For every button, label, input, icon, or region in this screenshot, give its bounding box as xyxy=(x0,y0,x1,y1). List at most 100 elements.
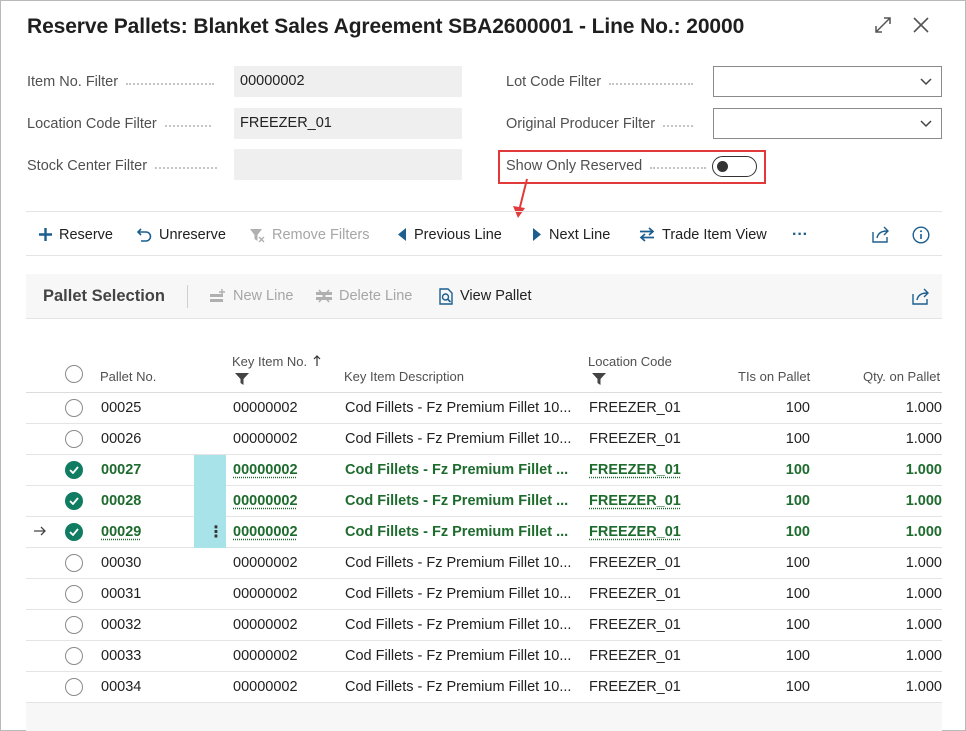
cell-key-item-no[interactable]: 00000002 xyxy=(233,493,298,509)
row-select-radio[interactable] xyxy=(65,585,83,603)
trade-item-view-button[interactable]: Trade Item View xyxy=(639,212,767,257)
chevron-down-icon xyxy=(919,75,933,89)
cell-key-item-no[interactable]: 00000002 xyxy=(233,524,298,540)
triangle-left-icon xyxy=(397,228,407,241)
part-title: Pallet Selection xyxy=(43,287,165,306)
cell-key-item-no[interactable]: 00000002 xyxy=(233,617,298,633)
col-pallet-no[interactable]: Pallet No. xyxy=(100,369,156,384)
cell-location-code[interactable]: FREEZER_01 xyxy=(589,524,681,540)
more-actions-button[interactable]: ··· xyxy=(792,212,808,257)
table-row[interactable]: 00031 00000002 Cod Fillets - Fz Premium Fi… xyxy=(26,579,942,610)
cell-location-code[interactable]: FREEZER_01 xyxy=(589,400,681,416)
cell-pallet-no[interactable]: 00032 xyxy=(101,617,141,633)
row-select-radio[interactable] xyxy=(65,492,83,510)
active-cell-marker xyxy=(194,455,226,486)
cell-location-code[interactable]: FREEZER_01 xyxy=(589,648,681,664)
cell-tis-on-pallet: 100 xyxy=(726,648,810,664)
row-select-radio[interactable] xyxy=(65,647,83,665)
cell-pallet-no[interactable]: 00026 xyxy=(101,431,141,447)
expand-icon xyxy=(874,16,892,34)
row-select-radio[interactable] xyxy=(65,523,83,541)
table-row[interactable]: 00025 00000002 Cod Fillets - Fz Premium Fi… xyxy=(26,393,942,424)
table-row[interactable]: 00030 00000002 Cod Fillets - Fz Premium Fi… xyxy=(26,548,942,579)
row-select-radio[interactable] xyxy=(65,399,83,417)
view-pallet-button[interactable]: View Pallet xyxy=(438,274,531,318)
table-row[interactable]: 00034 00000002 Cod Fillets - Fz Premium Fi… xyxy=(26,672,942,703)
cell-pallet-no[interactable]: 00033 xyxy=(101,648,141,664)
stock-center-filter-input[interactable] xyxy=(234,149,462,180)
dialog-title: Reserve Pallets: Blanket Sales Agreement… xyxy=(27,15,744,39)
row-select-radio[interactable] xyxy=(65,554,83,572)
col-location-code[interactable]: Location Code xyxy=(588,354,672,369)
share-button[interactable] xyxy=(872,212,891,257)
row-select-radio[interactable] xyxy=(65,461,83,479)
next-line-button[interactable]: Next Line xyxy=(532,212,610,257)
col-qty-on-pallet[interactable]: Qty. on Pallet xyxy=(863,369,940,384)
row-select-radio[interactable] xyxy=(65,616,83,634)
cell-pallet-no[interactable]: 00025 xyxy=(101,400,141,416)
new-line-button[interactable]: New Line xyxy=(209,274,293,318)
info-button[interactable] xyxy=(912,212,930,257)
table-row[interactable]: 00027 00000002 Cod Fillets - Fz Premium Fi… xyxy=(26,455,942,486)
item-no-filter-input[interactable]: 00000002 xyxy=(234,66,462,97)
item-no-filter-text: Item No. Filter xyxy=(27,74,118,90)
previous-line-button[interactable]: Previous Line xyxy=(397,212,502,257)
cell-key-item-no[interactable]: 00000002 xyxy=(233,586,298,602)
row-select-radio[interactable] xyxy=(65,678,83,696)
cell-location-code[interactable]: FREEZER_01 xyxy=(589,679,681,695)
table-row[interactable]: 00028 00000002 Cod Fillets - Fz Premium Fi… xyxy=(26,486,942,517)
cell-pallet-no[interactable]: 00030 xyxy=(101,555,141,571)
cell-location-code[interactable]: FREEZER_01 xyxy=(589,555,681,571)
cell-key-item-no[interactable]: 00000002 xyxy=(233,400,298,416)
part-share-button[interactable] xyxy=(912,274,931,318)
lot-code-filter-select[interactable] xyxy=(713,66,942,97)
cell-qty-on-pallet: 1.000 xyxy=(856,617,942,633)
table-row[interactable]: 00033 00000002 Cod Fillets - Fz Premium Fi… xyxy=(26,641,942,672)
row-select-radio[interactable] xyxy=(65,430,83,448)
undo-icon xyxy=(137,228,152,242)
cell-pallet-no[interactable]: 00031 xyxy=(101,586,141,602)
close-button[interactable] xyxy=(907,11,935,39)
cell-location-code[interactable]: FREEZER_01 xyxy=(589,493,681,509)
table-row[interactable]: 00026 00000002 Cod Fillets - Fz Premium Fi… xyxy=(26,424,942,455)
remove-filters-button[interactable]: Remove Filters xyxy=(249,212,370,257)
expand-button[interactable] xyxy=(869,11,897,39)
cell-pallet-no[interactable]: 00029 xyxy=(101,524,141,540)
col-key-item-description[interactable]: Key Item Description xyxy=(344,369,464,384)
row-menu-button[interactable]: ⋮ xyxy=(208,522,224,542)
unreserve-button[interactable]: Unreserve xyxy=(137,212,226,257)
cell-key-item-no[interactable]: 00000002 xyxy=(233,462,298,478)
cell-pallet-no[interactable]: 00034 xyxy=(101,679,141,695)
chevron-down-icon xyxy=(919,117,933,131)
col-tis-on-pallet[interactable]: TIs on Pallet xyxy=(738,369,810,384)
cell-key-item-no[interactable]: 00000002 xyxy=(233,431,298,447)
cell-tis-on-pallet: 100 xyxy=(726,586,810,602)
reserve-button[interactable]: Reserve xyxy=(39,212,113,257)
select-all-radio[interactable] xyxy=(65,365,83,383)
delete-line-button[interactable]: Delete Line xyxy=(315,274,412,318)
cell-key-item-no[interactable]: 00000002 xyxy=(233,555,298,571)
cell-pallet-no[interactable]: 00028 xyxy=(101,493,141,509)
col-key-item-no[interactable]: Key Item No. xyxy=(232,354,321,369)
cell-tis-on-pallet: 100 xyxy=(726,524,810,540)
label-dots xyxy=(155,167,217,169)
cell-location-code[interactable]: FREEZER_01 xyxy=(589,586,681,602)
cell-location-code[interactable]: FREEZER_01 xyxy=(589,462,681,478)
table-row[interactable]: ⋮ 00029 00000002 Cod Fillets - Fz Premium F… xyxy=(26,517,942,548)
next-line-label: Next Line xyxy=(549,227,610,243)
triangle-right-icon xyxy=(532,228,542,241)
cell-key-item-no[interactable]: 00000002 xyxy=(233,679,298,695)
cell-location-code[interactable]: FREEZER_01 xyxy=(589,431,681,447)
cell-location-code[interactable]: FREEZER_01 xyxy=(589,617,681,633)
lot-code-filter-text: Lot Code Filter xyxy=(506,74,601,90)
cell-pallet-no[interactable]: 00027 xyxy=(101,462,141,478)
grid-header: Pallet No. Key Item No. Key Item Descrip… xyxy=(26,318,942,393)
cell-qty-on-pallet: 1.000 xyxy=(856,586,942,602)
location-code-filter-input[interactable]: FREEZER_01 xyxy=(234,108,462,139)
cell-tis-on-pallet: 100 xyxy=(726,679,810,695)
cell-key-item-description: Cod Fillets - Fz Premium Fillet ... xyxy=(345,524,568,540)
check-icon xyxy=(69,528,79,536)
original-producer-filter-select[interactable] xyxy=(713,108,942,139)
cell-key-item-no[interactable]: 00000002 xyxy=(233,648,298,664)
table-row[interactable]: 00032 00000002 Cod Fillets - Fz Premium Fi… xyxy=(26,610,942,641)
